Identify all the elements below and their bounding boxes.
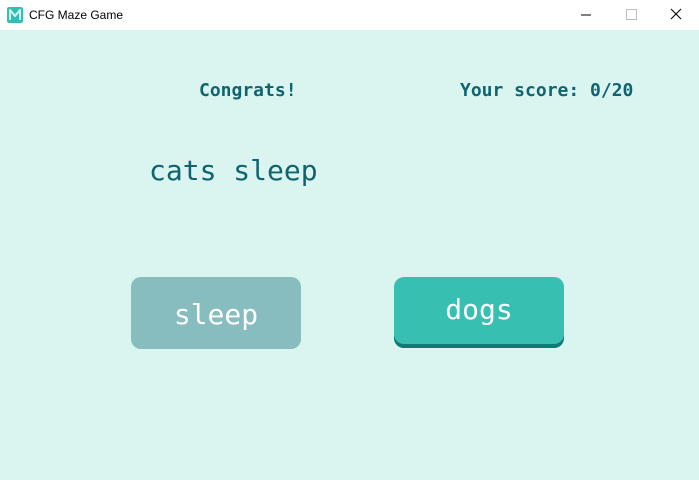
title-bar[interactable]: CFG Maze Game: [0, 0, 699, 30]
choice-label: dogs: [445, 293, 513, 326]
minimize-icon: [581, 14, 591, 16]
maximize-button[interactable]: [608, 0, 654, 30]
maximize-icon: [626, 9, 637, 20]
sentence-text: cats sleep: [149, 154, 318, 187]
minimize-button[interactable]: [563, 0, 609, 30]
maze-logo-icon: [7, 7, 23, 23]
close-button[interactable]: [653, 0, 699, 30]
score-display: Your score: 0/20: [460, 80, 634, 101]
window-title: CFG Maze Game: [29, 8, 124, 22]
choice-button-dogs[interactable]: dogs: [394, 277, 564, 348]
choice-label: sleep: [173, 297, 259, 331]
choice-button-sleep[interactable]: sleep: [131, 277, 301, 349]
close-icon: [670, 8, 682, 20]
app-window: CFG Maze Game Congrats! Your score: 0/20…: [0, 0, 699, 480]
feedback-message: Congrats!: [199, 80, 297, 101]
